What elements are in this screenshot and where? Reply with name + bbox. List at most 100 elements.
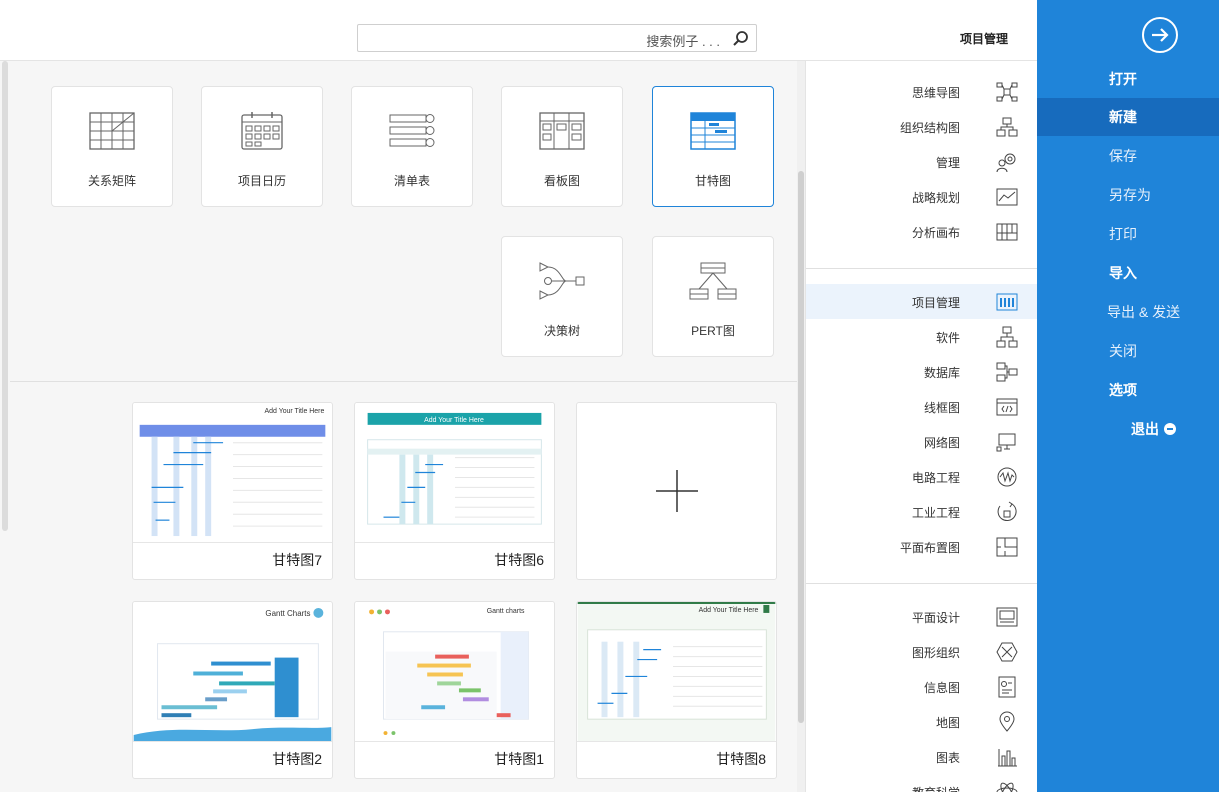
category-charts[interactable]: 图表 — [806, 739, 1038, 774]
main-scroll-thumb[interactable] — [798, 171, 804, 723]
category-management[interactable]: 管理 — [806, 144, 1038, 179]
category-floorplan[interactable]: 平面布置图 — [806, 529, 1038, 564]
menu-print[interactable]: 打印 — [1037, 215, 1219, 253]
category-project-management[interactable]: 项目管理 — [806, 284, 1038, 319]
example-label: 甘特图6 — [494, 552, 544, 568]
category-label: 网络图 — [923, 436, 960, 450]
menu-open[interactable]: 打开 — [1037, 60, 1219, 98]
template-pert[interactable]: PERT图 — [652, 236, 774, 357]
menu-export-send-label: 导出 & 发送 — [1107, 304, 1181, 320]
main-scrollbar[interactable] — [797, 61, 805, 792]
example-card-gantt1[interactable]: Gantt charts 甘特图1 — [354, 601, 555, 779]
category-strategy[interactable]: 战略规划 — [806, 179, 1038, 214]
template-kanban[interactable]: 看板图 — [501, 86, 623, 207]
template-gantt[interactable]: 甘特图 — [652, 86, 774, 207]
gear-people-icon — [996, 153, 1016, 173]
pert-icon — [689, 262, 737, 300]
menu-import[interactable]: 导入 — [1037, 254, 1219, 292]
software-icon — [996, 326, 1018, 348]
category-label: 思维导图 — [911, 86, 960, 100]
plus-icon — [656, 470, 698, 512]
new-blank-card[interactable] — [576, 402, 777, 580]
menu-options-label: 选项 — [1109, 382, 1137, 398]
canvas-icon — [996, 223, 1018, 241]
strategy-icon — [996, 188, 1018, 206]
menu-new[interactable]: 新建 — [1037, 98, 1219, 136]
calendar-icon — [241, 112, 283, 150]
thumb-heading: Add Your Title Here — [265, 408, 325, 415]
thumb-heading: Add Your Title Here — [699, 607, 759, 614]
left-scroll-thumb[interactable] — [2, 61, 8, 531]
menu-options[interactable]: 选项 — [1037, 371, 1219, 409]
industrial-icon — [997, 501, 1017, 521]
template-gallery: 甘特图 看板图 清单表 项目日历 关系矩阵 PERT图 决策树 Add Your… — [0, 61, 797, 792]
menu-new-label: 新建 — [1109, 109, 1137, 125]
search-input[interactable]: 搜索例子 . . . — [357, 24, 757, 52]
category-label: 信息图 — [923, 681, 960, 695]
org-chart-icon — [996, 117, 1018, 137]
category-label: 地图 — [935, 716, 960, 730]
template-checklist[interactable]: 清单表 — [351, 86, 473, 207]
template-label: PERT图 — [691, 324, 735, 338]
template-label: 关系矩阵 — [87, 174, 136, 188]
template-relation-matrix[interactable]: 关系矩阵 — [51, 86, 173, 207]
category-software[interactable]: 软件 — [806, 319, 1038, 354]
gantt-icon — [690, 112, 736, 150]
example-card-gantt7[interactable]: Add Your Title Here 甘特图7 — [132, 402, 333, 580]
template-label: 甘特图 — [694, 174, 731, 188]
template-project-calendar[interactable]: 项目日历 — [201, 86, 323, 207]
menu-import-label: 导入 — [1109, 265, 1137, 281]
category-separator — [806, 268, 1038, 269]
menu-save-as[interactable]: 另存为 — [1037, 176, 1219, 214]
example-card-gantt2[interactable]: Gantt Charts 甘特图2 — [132, 601, 333, 779]
category-mindmap[interactable]: 思维导图 — [806, 74, 1038, 109]
category-canvas[interactable]: 分析画布 — [806, 214, 1038, 249]
network-icon — [996, 433, 1016, 452]
template-label: 看板图 — [543, 174, 580, 188]
category-label: 电路工程 — [911, 471, 960, 485]
category-label: 图形组织 — [911, 646, 960, 660]
category-panel: 思维导图 组织结构图 管理 战略规划 分析画布 项目管理 软件 数据库 线框图 … — [805, 61, 1038, 792]
category-database[interactable]: 数据库 — [806, 354, 1038, 389]
back-button[interactable] — [1142, 17, 1178, 53]
example-thumbnail: Add Your Title Here — [577, 602, 776, 742]
category-map[interactable]: 地图 — [806, 704, 1038, 739]
category-circuit[interactable]: 电路工程 — [806, 459, 1038, 494]
file-menu: 打开 新建 保存 另存为 打印 导入 导出 & 发送 关闭 选项 退出 — [1037, 0, 1219, 792]
menu-export-send[interactable]: 导出 & 发送 — [1037, 293, 1219, 331]
atom-icon — [996, 782, 1018, 792]
search-icon[interactable] — [731, 29, 751, 49]
top-bar: 搜索例子 . . . 项目管理 — [0, 0, 1037, 61]
category-label: 线框图 — [923, 401, 960, 415]
category-network[interactable]: 网络图 — [806, 424, 1038, 459]
search-placeholder: 搜索例子 . . . — [646, 34, 720, 49]
menu-save[interactable]: 保存 — [1037, 137, 1219, 175]
thumb-heading: Gantt Charts — [265, 609, 310, 618]
menu-exit[interactable]: 退出 — [1037, 410, 1219, 448]
section-divider — [10, 381, 797, 382]
category-label: 管理 — [935, 156, 960, 170]
category-label: 软件 — [935, 331, 960, 345]
example-thumbnail: Gantt charts — [355, 602, 554, 742]
category-wireframe[interactable]: 线框图 — [806, 389, 1038, 424]
category-education-science[interactable]: 教育科学 — [806, 774, 1038, 792]
category-separator — [806, 583, 1038, 584]
left-scrollbar[interactable] — [0, 61, 10, 531]
bar-chart-icon — [998, 749, 1017, 767]
example-thumbnail: Gantt Charts — [133, 602, 332, 742]
category-graphic-organizer[interactable]: 图形组织 — [806, 634, 1038, 669]
category-industrial[interactable]: 工业工程 — [806, 494, 1038, 529]
example-thumbnail: Add Your Title Here — [355, 403, 554, 543]
category-label: 项目管理 — [911, 296, 960, 310]
mindmap-icon — [996, 82, 1018, 102]
menu-close[interactable]: 关闭 — [1037, 332, 1219, 370]
example-label: 甘特图8 — [716, 751, 766, 767]
example-card-gantt6[interactable]: Add Your Title Here 甘特图6 — [354, 402, 555, 580]
template-decision-tree[interactable]: 决策树 — [501, 236, 623, 357]
category-graphic-design[interactable]: 平面设计 — [806, 599, 1038, 634]
category-infographic[interactable]: 信息图 — [806, 669, 1038, 704]
project-icon — [996, 293, 1018, 311]
example-card-gantt8[interactable]: Add Your Title Here 甘特图8 — [576, 601, 777, 779]
menu-save-as-label: 另存为 — [1109, 187, 1151, 203]
category-org-chart[interactable]: 组织结构图 — [806, 109, 1038, 144]
